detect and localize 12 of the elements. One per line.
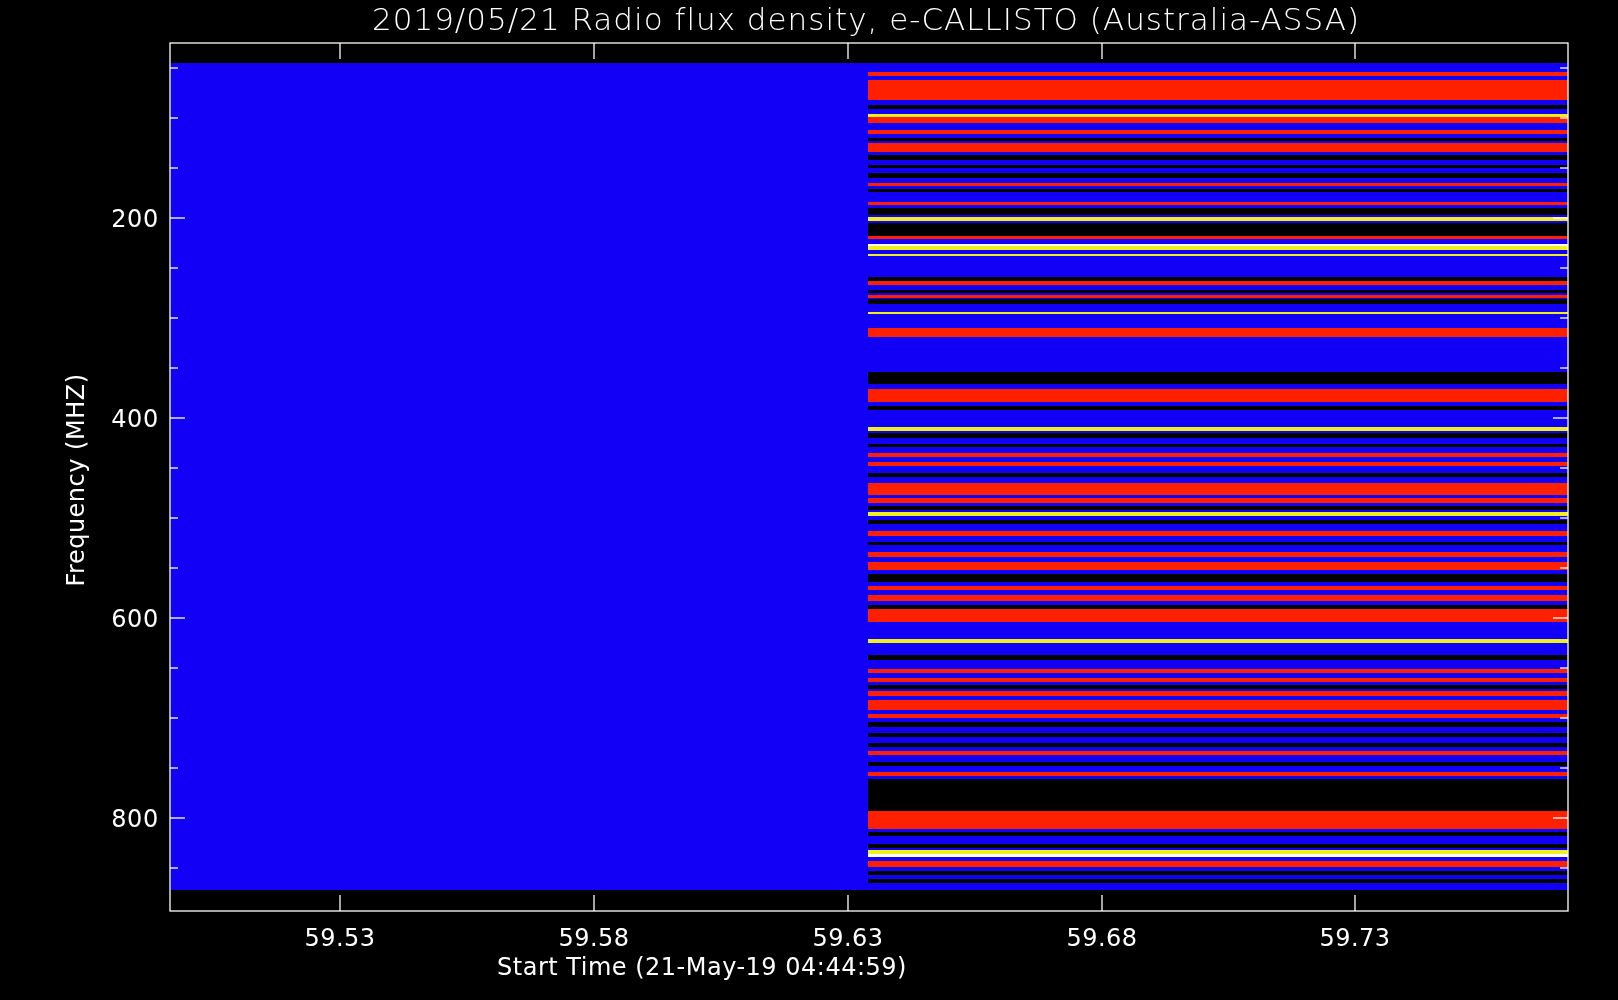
x-tick-label: 59.68 — [1066, 924, 1138, 952]
x-tick-label: 59.73 — [1319, 924, 1391, 952]
y-tick-label: 200 — [111, 205, 159, 233]
y-tick-label: 400 — [111, 405, 159, 433]
chart-title: 2019/05/21 Radio flux density, e-CALLISTO (Australia-ASSA) — [371, 1, 1361, 37]
y-tick-label: 800 — [111, 805, 159, 833]
y-tick-label: 600 — [111, 605, 159, 633]
x-axis-label: Start Time (21-May-19 04:44:59) — [497, 953, 907, 981]
y-axis-label: Frequency (MHZ) — [62, 373, 90, 587]
x-tick-label: 59.63 — [812, 924, 884, 952]
x-tick-label: 59.53 — [304, 924, 376, 952]
x-tick-label: 59.58 — [558, 924, 630, 952]
